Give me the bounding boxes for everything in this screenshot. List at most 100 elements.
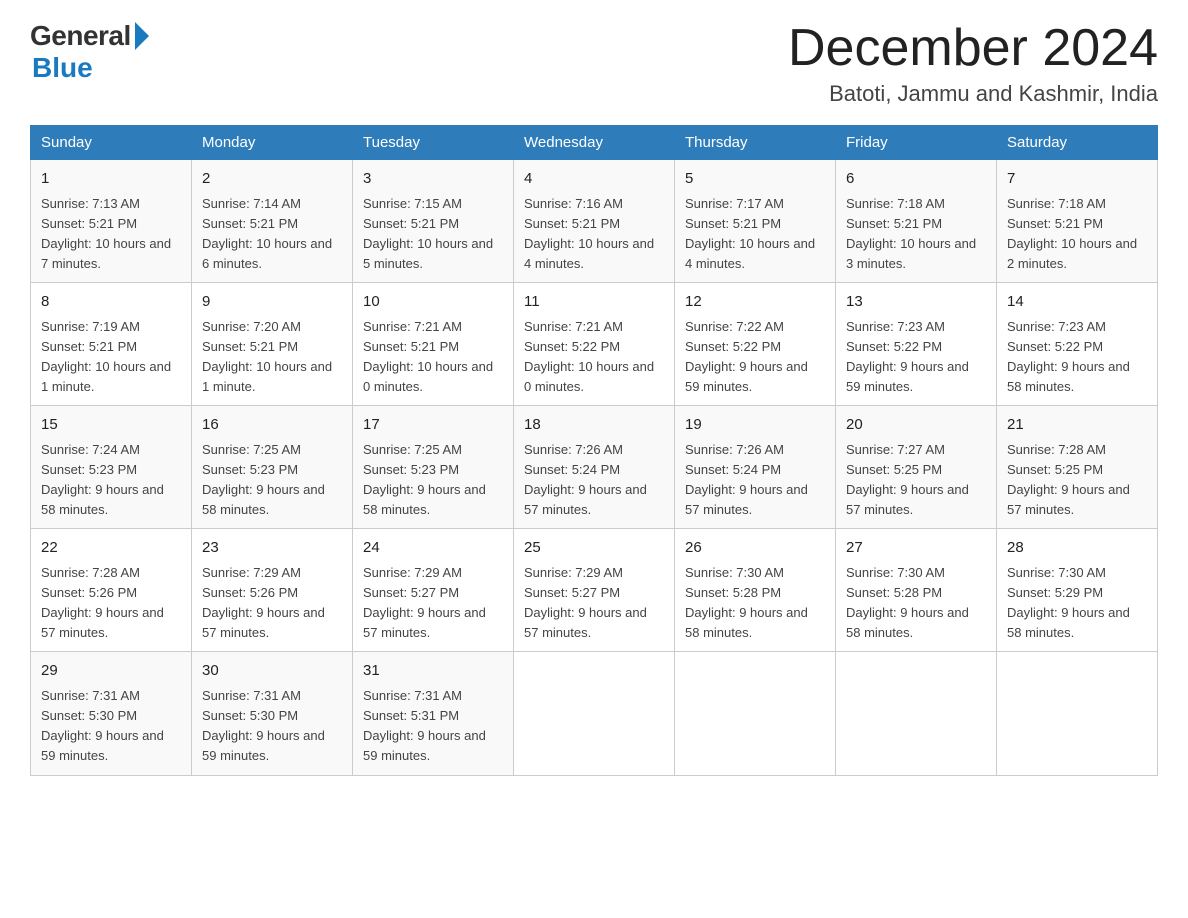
calendar-cell: 10Sunrise: 7:21 AMSunset: 5:21 PMDayligh… <box>353 283 514 406</box>
day-info: Sunrise: 7:26 AMSunset: 5:24 PMDaylight:… <box>685 440 825 521</box>
calendar-cell <box>997 652 1158 775</box>
day-number: 12 <box>685 291 825 314</box>
calendar-cell: 20 Sunrise: 7:27 AMSunset: 5:25 PMDayligh… <box>836 406 997 529</box>
day-number: 1 <box>41 168 181 191</box>
page-header: General Blue December 2024 Batoti, Jammu… <box>30 20 1158 107</box>
day-info: Sunrise: 7:16 AMSunset: 5:21 PMDaylight:… <box>524 194 664 275</box>
day-number: 6 <box>846 168 986 191</box>
calendar-table: SundayMondayTuesdayWednesdayThursdayFrid… <box>30 125 1158 775</box>
calendar-cell: 13 Sunrise: 7:23 AMSunset: 5:22 PMDayligh… <box>836 283 997 406</box>
day-number: 20 <box>846 414 986 437</box>
calendar-cell: 17Sunrise: 7:25 AMSunset: 5:23 PMDayligh… <box>353 406 514 529</box>
header-friday: Friday <box>836 126 997 160</box>
week-row-5: 29 Sunrise: 7:31 AMSunset: 5:30 PMDayligh… <box>31 652 1158 775</box>
calendar-cell <box>514 652 675 775</box>
calendar-cell: 9Sunrise: 7:20 AMSunset: 5:21 PMDaylight… <box>192 283 353 406</box>
day-info: Sunrise: 7:15 AMSunset: 5:21 PMDaylight:… <box>363 194 503 275</box>
day-info: Sunrise: 7:30 AMSunset: 5:28 PMDaylight:… <box>846 563 986 644</box>
day-info: Sunrise: 7:26 AMSunset: 5:24 PMDaylight:… <box>524 440 664 521</box>
day-info: Sunrise: 7:23 AMSunset: 5:22 PMDaylight:… <box>1007 317 1147 398</box>
day-info: Sunrise: 7:29 AMSunset: 5:27 PMDaylight:… <box>524 563 664 644</box>
calendar-cell: 25 Sunrise: 7:29 AMSunset: 5:27 PMDayligh… <box>514 529 675 652</box>
day-info: Sunrise: 7:25 AMSunset: 5:23 PMDaylight:… <box>202 440 342 521</box>
calendar-cell: 15Sunrise: 7:24 AMSunset: 5:23 PMDayligh… <box>31 406 192 529</box>
calendar-cell: 30Sunrise: 7:31 AMSunset: 5:30 PMDayligh… <box>192 652 353 775</box>
calendar-cell: 4 Sunrise: 7:16 AMSunset: 5:21 PMDaylight… <box>514 160 675 283</box>
day-info: Sunrise: 7:30 AMSunset: 5:29 PMDaylight:… <box>1007 563 1147 644</box>
calendar-cell <box>836 652 997 775</box>
day-info: Sunrise: 7:28 AMSunset: 5:26 PMDaylight:… <box>41 563 181 644</box>
calendar-header-row: SundayMondayTuesdayWednesdayThursdayFrid… <box>31 126 1158 160</box>
day-number: 11 <box>524 291 664 314</box>
day-info: Sunrise: 7:18 AMSunset: 5:21 PMDaylight:… <box>846 194 986 275</box>
calendar-cell: 21Sunrise: 7:28 AMSunset: 5:25 PMDayligh… <box>997 406 1158 529</box>
day-number: 4 <box>524 168 664 191</box>
calendar-cell: 26 Sunrise: 7:30 AMSunset: 5:28 PMDayligh… <box>675 529 836 652</box>
header-monday: Monday <box>192 126 353 160</box>
header-sunday: Sunday <box>31 126 192 160</box>
logo-arrow-icon <box>135 22 149 50</box>
header-saturday: Saturday <box>997 126 1158 160</box>
logo-general-text: General <box>30 20 131 52</box>
calendar-cell: 12 Sunrise: 7:22 AMSunset: 5:22 PMDayligh… <box>675 283 836 406</box>
day-info: Sunrise: 7:30 AMSunset: 5:28 PMDaylight:… <box>685 563 825 644</box>
day-info: Sunrise: 7:21 AMSunset: 5:22 PMDaylight:… <box>524 317 664 398</box>
day-info: Sunrise: 7:29 AMSunset: 5:26 PMDaylight:… <box>202 563 342 644</box>
calendar-cell: 16 Sunrise: 7:25 AMSunset: 5:23 PMDayligh… <box>192 406 353 529</box>
day-info: Sunrise: 7:17 AMSunset: 5:21 PMDaylight:… <box>685 194 825 275</box>
day-info: Sunrise: 7:14 AMSunset: 5:21 PMDaylight:… <box>202 194 342 275</box>
calendar-cell: 31 Sunrise: 7:31 AMSunset: 5:31 PMDayligh… <box>353 652 514 775</box>
day-number: 2 <box>202 168 342 191</box>
day-info: Sunrise: 7:28 AMSunset: 5:25 PMDaylight:… <box>1007 440 1147 521</box>
logo-blue-text: Blue <box>32 52 93 84</box>
calendar-cell <box>675 652 836 775</box>
calendar-cell: 29 Sunrise: 7:31 AMSunset: 5:30 PMDayligh… <box>31 652 192 775</box>
week-row-1: 1 Sunrise: 7:13 AMSunset: 5:21 PMDaylight… <box>31 160 1158 283</box>
day-info: Sunrise: 7:29 AMSunset: 5:27 PMDaylight:… <box>363 563 503 644</box>
calendar-cell: 1 Sunrise: 7:13 AMSunset: 5:21 PMDaylight… <box>31 160 192 283</box>
day-info: Sunrise: 7:13 AMSunset: 5:21 PMDaylight:… <box>41 194 181 275</box>
day-info: Sunrise: 7:27 AMSunset: 5:25 PMDaylight:… <box>846 440 986 521</box>
week-row-4: 22 Sunrise: 7:28 AMSunset: 5:26 PMDayligh… <box>31 529 1158 652</box>
calendar-cell: 22 Sunrise: 7:28 AMSunset: 5:26 PMDayligh… <box>31 529 192 652</box>
day-info: Sunrise: 7:21 AMSunset: 5:21 PMDaylight:… <box>363 317 503 398</box>
day-info: Sunrise: 7:19 AMSunset: 5:21 PMDaylight:… <box>41 317 181 398</box>
calendar-cell: 23 Sunrise: 7:29 AMSunset: 5:26 PMDayligh… <box>192 529 353 652</box>
day-number: 25 <box>524 537 664 560</box>
day-number: 29 <box>41 660 181 683</box>
day-number: 26 <box>685 537 825 560</box>
calendar-cell: 19Sunrise: 7:26 AMSunset: 5:24 PMDayligh… <box>675 406 836 529</box>
title-block: December 2024 Batoti, Jammu and Kashmir,… <box>788 20 1158 107</box>
day-number: 31 <box>363 660 503 683</box>
day-number: 5 <box>685 168 825 191</box>
calendar-cell: 7 Sunrise: 7:18 AMSunset: 5:21 PMDaylight… <box>997 160 1158 283</box>
header-thursday: Thursday <box>675 126 836 160</box>
day-number: 3 <box>363 168 503 191</box>
day-number: 18 <box>524 414 664 437</box>
calendar-cell: 14Sunrise: 7:23 AMSunset: 5:22 PMDayligh… <box>997 283 1158 406</box>
day-info: Sunrise: 7:18 AMSunset: 5:21 PMDaylight:… <box>1007 194 1147 275</box>
day-number: 8 <box>41 291 181 314</box>
day-info: Sunrise: 7:22 AMSunset: 5:22 PMDaylight:… <box>685 317 825 398</box>
day-info: Sunrise: 7:23 AMSunset: 5:22 PMDaylight:… <box>846 317 986 398</box>
header-tuesday: Tuesday <box>353 126 514 160</box>
logo: General Blue <box>30 20 149 84</box>
calendar-cell: 3 Sunrise: 7:15 AMSunset: 5:21 PMDaylight… <box>353 160 514 283</box>
day-number: 16 <box>202 414 342 437</box>
calendar-cell: 11 Sunrise: 7:21 AMSunset: 5:22 PMDayligh… <box>514 283 675 406</box>
day-info: Sunrise: 7:20 AMSunset: 5:21 PMDaylight:… <box>202 317 342 398</box>
calendar-cell: 27 Sunrise: 7:30 AMSunset: 5:28 PMDayligh… <box>836 529 997 652</box>
day-number: 7 <box>1007 168 1147 191</box>
day-number: 23 <box>202 537 342 560</box>
calendar-cell: 2 Sunrise: 7:14 AMSunset: 5:21 PMDaylight… <box>192 160 353 283</box>
calendar-cell: 24Sunrise: 7:29 AMSunset: 5:27 PMDayligh… <box>353 529 514 652</box>
week-row-2: 8 Sunrise: 7:19 AMSunset: 5:21 PMDaylight… <box>31 283 1158 406</box>
day-number: 13 <box>846 291 986 314</box>
day-info: Sunrise: 7:31 AMSunset: 5:30 PMDaylight:… <box>41 686 181 767</box>
day-info: Sunrise: 7:25 AMSunset: 5:23 PMDaylight:… <box>363 440 503 521</box>
day-number: 22 <box>41 537 181 560</box>
header-wednesday: Wednesday <box>514 126 675 160</box>
day-number: 27 <box>846 537 986 560</box>
day-number: 28 <box>1007 537 1147 560</box>
day-info: Sunrise: 7:31 AMSunset: 5:31 PMDaylight:… <box>363 686 503 767</box>
